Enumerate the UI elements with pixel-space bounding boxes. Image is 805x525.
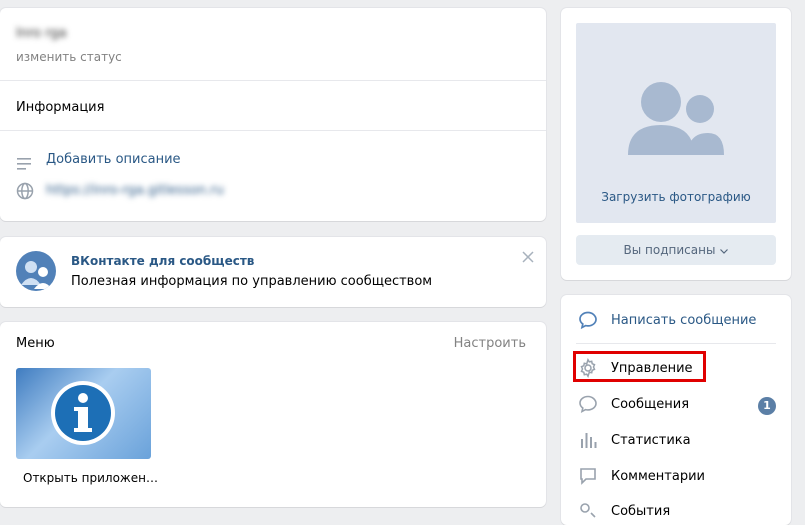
- divider: [0, 130, 546, 131]
- add-description-link[interactable]: Добавить описание: [46, 152, 181, 167]
- divider: [0, 80, 546, 81]
- write-message-button[interactable]: Написать сообщение: [577, 309, 756, 331]
- events-button[interactable]: События: [577, 500, 670, 522]
- lines-icon: [17, 155, 33, 170]
- subscribed-button[interactable]: Вы подписаны: [576, 235, 776, 265]
- chat-bubble-icon: [577, 393, 599, 415]
- messages-badge: 1: [758, 397, 776, 415]
- manage-label: Управление: [611, 360, 693, 376]
- write-message-label: Написать сообщение: [611, 312, 757, 328]
- comments-button[interactable]: Комментарии: [577, 465, 705, 487]
- statistics-button[interactable]: Статистика: [577, 429, 691, 451]
- manage-button[interactable]: Управление: [577, 357, 693, 379]
- message-icon: [577, 309, 599, 331]
- upload-photo-label[interactable]: Загрузить фотографию: [576, 190, 776, 204]
- promo-text: Полезная информация по управлению сообще…: [71, 274, 433, 289]
- configure-link[interactable]: Настроить: [454, 336, 526, 351]
- events-label: События: [611, 503, 671, 519]
- community-avatar: [16, 251, 56, 291]
- events-icon: [577, 500, 599, 522]
- divider: [576, 343, 776, 344]
- info-heading[interactable]: Информация: [16, 100, 104, 115]
- menu-title: Меню: [16, 336, 55, 351]
- app-thumbnail[interactable]: [16, 368, 151, 459]
- messages-button[interactable]: Сообщения: [577, 393, 689, 415]
- actions-card: Написать сообщение Управление Сообщения …: [561, 295, 791, 525]
- stats-icon: [577, 429, 599, 451]
- statistics-label: Статистика: [611, 432, 691, 448]
- close-icon[interactable]: [522, 248, 534, 263]
- comments-label: Комментарии: [611, 468, 705, 484]
- profile-card: Inro rga изменить статус Информация Доба…: [0, 8, 546, 221]
- change-status-link[interactable]: изменить статус: [16, 50, 122, 64]
- promo-card: ВКонтакте для сообществ Полезная информа…: [0, 237, 546, 307]
- profile-name: Inro rga: [16, 26, 67, 41]
- gear-icon: [577, 357, 599, 379]
- subscribed-label: Вы подписаны: [623, 243, 716, 257]
- promo-title[interactable]: ВКонтакте для сообществ: [71, 254, 254, 268]
- app-label[interactable]: Открыть приложен…: [23, 471, 158, 485]
- globe-icon: [16, 182, 34, 200]
- photo-placeholder[interactable]: Загрузить фотографию: [576, 23, 776, 223]
- messages-label: Сообщения: [611, 396, 690, 412]
- website-link[interactable]: https://inro-rga.gitlesson.ru: [46, 183, 224, 198]
- comment-icon: [577, 465, 599, 487]
- chevron-down-icon: [720, 243, 729, 257]
- photo-card: Загрузить фотографию Вы подписаны: [561, 8, 791, 280]
- menu-card: Меню Настроить Открыть приложен…: [0, 322, 546, 507]
